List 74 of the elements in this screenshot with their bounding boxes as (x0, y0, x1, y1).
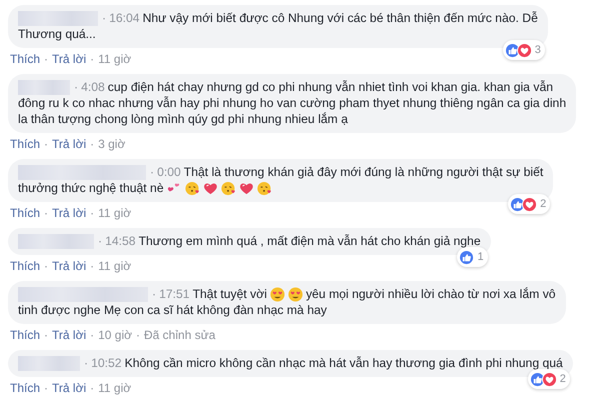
separator: · (90, 206, 94, 221)
action-link[interactable]: Trả lời (52, 381, 86, 396)
reaction-count[interactable]: 3 (502, 40, 545, 60)
separator: · (74, 79, 78, 95)
action-link[interactable]: Thích (10, 206, 40, 221)
action-link[interactable]: Trả lời (52, 259, 86, 274)
comment-time: 4:08 (81, 79, 105, 95)
like-icon (459, 250, 474, 264)
comment-meta: 11 giờ (98, 259, 132, 274)
separator: · (90, 52, 94, 67)
comment-text: Thật tuyệt vời (192, 286, 267, 302)
reaction-number: 2 (540, 197, 546, 212)
comment-text: Như vậy mới biết được cô Nhung với các bé thân thiện đến mức nào. Dễ (142, 10, 538, 26)
action-link[interactable]: Thích (10, 381, 40, 396)
comment-text: Thương quá... (18, 26, 96, 42)
comment-time: 14:58 (105, 233, 136, 249)
separator: · (84, 355, 88, 371)
reaction-count[interactable]: 2 (508, 194, 550, 214)
separator: · (98, 233, 102, 249)
comment-text: yêu mọi người nhiều lời chào từ nơi xa lắm vô (306, 286, 556, 302)
action-link[interactable]: Trả lời (52, 52, 86, 67)
separator: · (44, 52, 48, 67)
comment-meta: 10 giờ (98, 328, 132, 343)
separator: · (152, 286, 156, 302)
action-link[interactable]: Trả lời (52, 206, 86, 221)
comment-text: đông ru k co nhac nhưng vẫn hay phi nhung ho van cường pham thyet nhung thiêng ngân ca gia dinh (18, 95, 566, 111)
comment-text: la thân tượng chong lòng mình qúy gd phi nhung nhieu lắm ạ (18, 111, 348, 127)
separator: · (102, 10, 106, 26)
kiss-emoji-icon (256, 180, 272, 196)
comment-meta: 11 giờ (98, 52, 132, 67)
separator: · (136, 328, 140, 343)
comment-meta: 3 giờ (98, 137, 126, 152)
action-link[interactable]: Thích (10, 328, 40, 343)
comment-time: 16:04 (109, 10, 140, 26)
separator: · (90, 259, 94, 274)
action-link[interactable]: Thích (10, 137, 40, 152)
action-link[interactable]: Trả lời (52, 137, 86, 152)
comment-text: thưởng thức nghệ thuật nè (18, 180, 164, 196)
separator: · (44, 328, 48, 343)
comment-meta: Đã chỉnh sửa (144, 328, 216, 343)
action-link[interactable]: Thích (10, 259, 40, 274)
reaction-number: 1 (477, 250, 484, 265)
comment-text: Thật là thương khán giả đây mới đúng là những người thật sự biết (184, 164, 544, 180)
separator: · (90, 381, 94, 396)
kiss-emoji-icon (220, 180, 236, 196)
comment-time: 17:51 (159, 286, 190, 302)
reaction-number: 2 (560, 372, 566, 387)
action-link[interactable]: Thích (10, 52, 40, 67)
reaction-number: 3 (534, 43, 541, 58)
comment-time: 0:00 (157, 164, 181, 180)
blurred-name (18, 80, 70, 94)
separator: · (44, 137, 48, 152)
action-link[interactable]: Trả lời (52, 328, 86, 343)
comment-meta: 11 giờ (98, 206, 132, 221)
separator: · (44, 381, 48, 396)
heart-eyes-emoji-icon (270, 286, 285, 302)
separator: · (150, 164, 154, 180)
comment-text: Không cần micro không cần nhạc mà hát vẫn hay thương gia đình phi nhung quá (124, 355, 563, 371)
separator: · (44, 206, 48, 221)
comment-text: tinh được nghe Mẹ con ca sĩ hát không đàn nhạc mà hay (18, 302, 327, 318)
comment-time: 10:52 (91, 355, 122, 371)
heart-icon (202, 180, 218, 196)
separator: · (90, 137, 94, 152)
heart-eyes-emoji-icon (288, 286, 303, 302)
reaction-count[interactable]: 1 (457, 247, 488, 267)
blurred-name (18, 356, 80, 370)
comment-meta: 11 giờ (98, 381, 132, 396)
kiss-emoji-icon (184, 180, 200, 196)
reaction-count[interactable]: 2 (528, 369, 570, 389)
separator: · (90, 328, 94, 343)
heart-icon (238, 180, 254, 196)
comment-text: cup điện hát chay nhưng gd co phi nhung vẫn nhiet tình voi khan gia. khan gia vẫn (108, 79, 553, 95)
separator: · (44, 259, 48, 274)
comment-text: Thương em mình quá , mất điện mà vẫn hát cho khán giả nghe (138, 233, 481, 249)
